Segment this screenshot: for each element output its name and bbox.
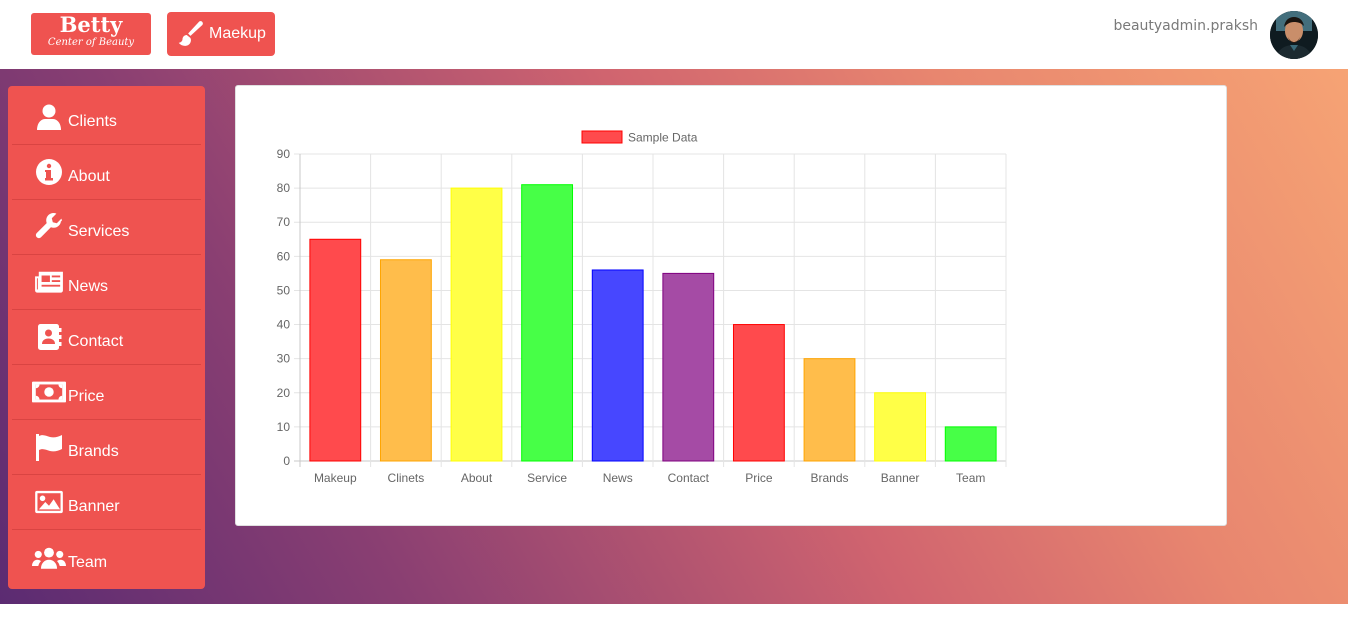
bar-banner bbox=[874, 392, 927, 462]
top-navbar: Betty Center of Beauty Maekup beautyadmi… bbox=[0, 0, 1348, 69]
brand-title: Betty bbox=[59, 12, 123, 37]
bar-makeup bbox=[309, 238, 362, 462]
y-tick-label: 20 bbox=[277, 386, 291, 400]
y-tick-label: 50 bbox=[277, 283, 291, 297]
x-tick-label: Service bbox=[527, 471, 567, 485]
legend-label: Sample Data bbox=[628, 131, 698, 145]
sidebar-item-label: Clients bbox=[68, 113, 117, 130]
x-tick-label: News bbox=[603, 471, 633, 485]
x-tick-label: Clinets bbox=[388, 471, 425, 485]
sidebar-item-label: Banner bbox=[68, 498, 120, 515]
sidebar-item-brands[interactable]: Brands bbox=[12, 420, 201, 475]
user-icon bbox=[32, 102, 66, 132]
x-tick-label: About bbox=[461, 471, 493, 485]
brand-logo[interactable]: Betty Center of Beauty bbox=[31, 13, 151, 55]
bar-clinets bbox=[379, 259, 432, 462]
sidebar-item-label: Team bbox=[68, 553, 108, 571]
sidebar-item-label: Price bbox=[68, 388, 105, 405]
sidebar-item-news[interactable]: News bbox=[12, 255, 201, 310]
y-tick-label: 30 bbox=[277, 352, 291, 366]
y-tick-label: 60 bbox=[277, 249, 291, 263]
sidebar-item-label: Brands bbox=[68, 443, 119, 460]
y-tick-label: 70 bbox=[277, 215, 291, 229]
y-tick-label: 10 bbox=[277, 420, 291, 434]
chart-card: 0 10 20 30 40 50 60 70 80 90 Makeup Clinets About Ser… bbox=[235, 85, 1227, 526]
bar-brands bbox=[803, 358, 856, 462]
wrench-icon bbox=[32, 212, 66, 242]
sidebar-item-services[interactable]: Services bbox=[12, 200, 201, 255]
bar-service bbox=[521, 184, 574, 462]
paint-brush-icon bbox=[178, 21, 203, 46]
x-tick-label: Makeup bbox=[314, 471, 357, 485]
x-tick-label: Price bbox=[745, 471, 773, 485]
bar-contact bbox=[662, 272, 715, 462]
bar-about bbox=[450, 187, 503, 462]
sidebar-item-label: About bbox=[68, 168, 110, 185]
avatar[interactable] bbox=[1270, 11, 1318, 59]
sidebar-item-label: Contact bbox=[68, 333, 124, 350]
users-icon bbox=[32, 543, 66, 573]
y-tick-label: 80 bbox=[277, 181, 291, 195]
username-label[interactable]: beautyadmin.praksh bbox=[1113, 18, 1258, 34]
sidebar-item-clients[interactable]: Clients bbox=[12, 90, 201, 145]
sidebar: Clients About Services News Contact Pric… bbox=[8, 86, 205, 589]
info-icon bbox=[32, 157, 66, 187]
sidebar-item-banner[interactable]: Banner bbox=[12, 475, 201, 530]
sidebar-item-price[interactable]: Price bbox=[12, 365, 201, 420]
makeup-button[interactable]: Maekup bbox=[167, 12, 275, 56]
image-icon bbox=[32, 487, 66, 517]
sidebar-item-label: News bbox=[68, 278, 109, 295]
makeup-label: Maekup bbox=[209, 25, 266, 42]
flag-icon bbox=[32, 432, 66, 462]
bar-team bbox=[944, 426, 997, 462]
avatar-photo bbox=[1270, 11, 1318, 59]
address-book-icon bbox=[32, 322, 66, 352]
x-tick-label: Contact bbox=[668, 471, 710, 485]
bar-chart: 0 10 20 30 40 50 60 70 80 90 Makeup Clinets About Ser… bbox=[277, 130, 1007, 485]
newspaper-icon bbox=[32, 267, 66, 297]
brand-subtitle: Center of Beauty bbox=[47, 37, 135, 48]
x-tick-label: Team bbox=[956, 471, 985, 485]
bar-news bbox=[591, 269, 644, 462]
x-tick-label: Brands bbox=[810, 471, 848, 485]
bar-price bbox=[732, 324, 785, 462]
y-tick-label: 0 bbox=[283, 454, 290, 468]
sidebar-item-about[interactable]: About bbox=[12, 145, 201, 200]
legend-swatch bbox=[581, 130, 623, 144]
sidebar-item-label: Services bbox=[68, 223, 130, 240]
sidebar-item-contact[interactable]: Contact bbox=[12, 310, 201, 365]
sidebar-item-team[interactable]: Team bbox=[12, 530, 201, 585]
y-tick-label: 90 bbox=[277, 147, 291, 161]
page-footer-space bbox=[0, 604, 1348, 618]
x-tick-label: Banner bbox=[881, 471, 920, 485]
money-bill-icon bbox=[32, 377, 66, 407]
y-tick-label: 40 bbox=[277, 318, 291, 332]
